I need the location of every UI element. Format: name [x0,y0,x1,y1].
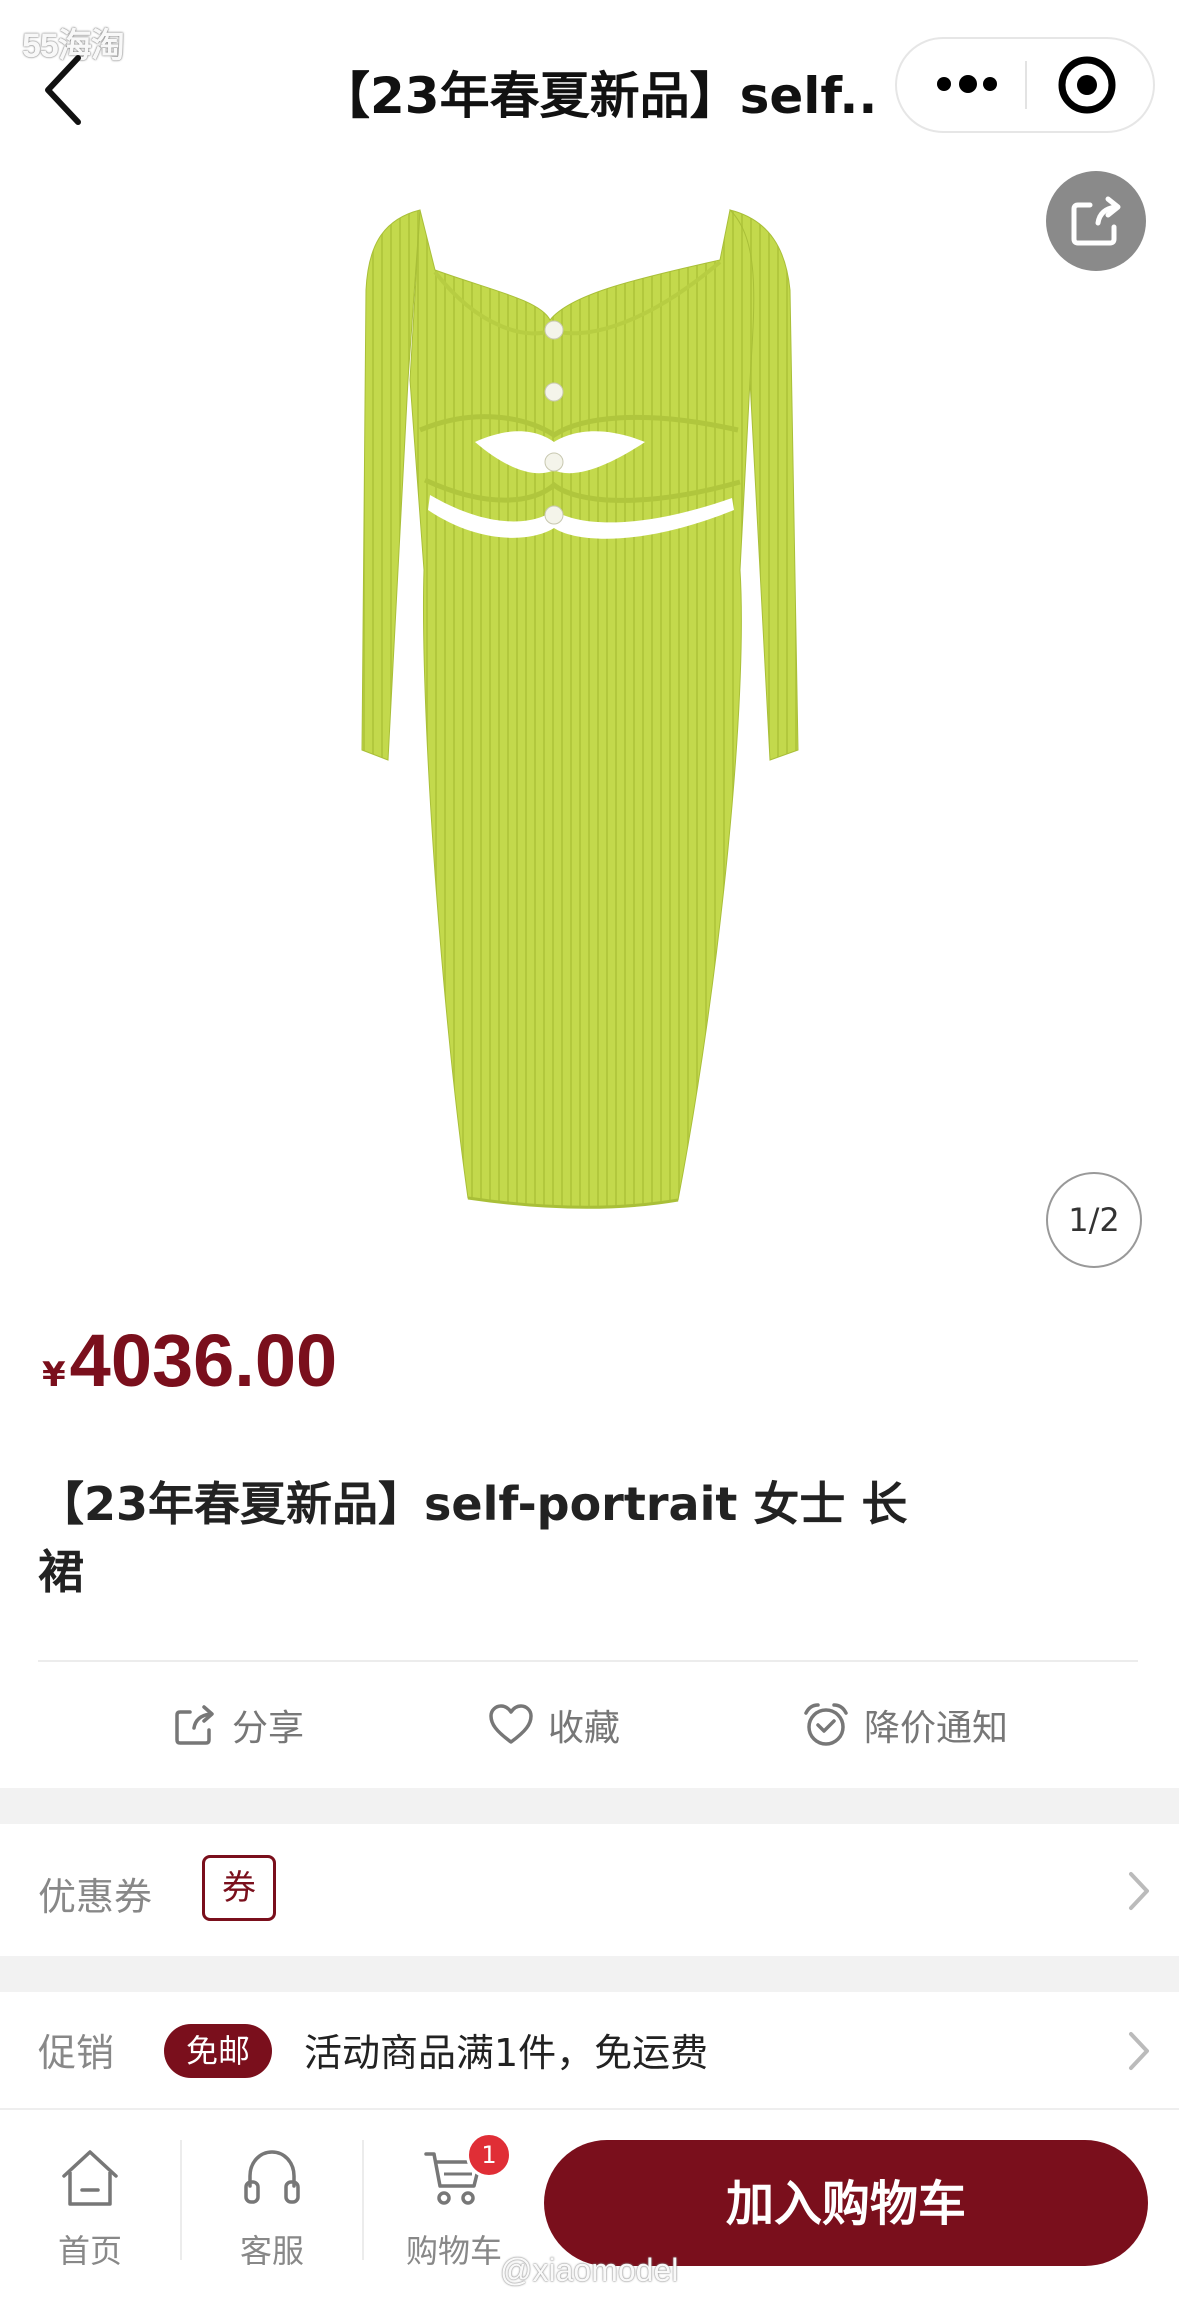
promotion-text: 活动商品满1件，免运费 [304,2031,709,2075]
promotion-row[interactable]: 促销 免邮 活动商品满1件，免运费 [0,1992,1179,2108]
alarm-clock-icon [804,1703,848,1746]
more-dot-icon [959,75,977,93]
coupon-tag: 券 [202,1855,276,1921]
more-dot-icon [937,77,951,91]
price-alert-label: 降价通知 [864,1708,1009,1749]
back-button[interactable] [40,50,100,130]
section-gap [0,1788,1179,1824]
share-float-button[interactable] [1046,171,1146,271]
chevron-right-icon [1129,1872,1149,1910]
tab-service-label: 客服 [239,2232,304,2270]
tab-home-label: 首页 [57,2232,122,2270]
share-label: 分享 [232,1708,305,1749]
share-icon [175,1705,214,1745]
share-action[interactable]: 分享 [172,1690,304,1760]
price-currency: ¥ [42,1355,66,1395]
home-icon [62,2150,118,2206]
divider [38,1660,1138,1662]
promotion-label: 促销 [38,2031,115,2075]
headset-icon [244,2150,300,2204]
price: ¥4036.00 [42,1318,337,1403]
add-to-cart-button[interactable]: 加入购物车 [544,2140,1148,2266]
favorite-action[interactable]: 收藏 [488,1690,620,1760]
product-title: 【23年春夏新品】self-portrait 女士 长裙 [38,1477,908,1599]
price-alert-action[interactable]: 降价通知 [802,1690,1008,1760]
back-arrow-icon [45,55,81,125]
target-close-icon [1058,56,1116,114]
image-page-indicator: 1/2 [1046,1172,1142,1268]
favorite-label: 收藏 [548,1708,621,1749]
watermark-text: @xiaomodel [500,2252,679,2288]
section-gap [0,1956,1179,1992]
free-shipping-badge: 免邮 [164,2024,272,2078]
product-image[interactable] [300,180,880,1240]
coupon-row[interactable]: 优惠券 券 [0,1824,1179,1956]
mini-program-capsule [895,37,1155,133]
cart-count-badge: 1 [466,2132,512,2178]
more-dot-icon [983,77,997,91]
coupon-label: 优惠券 [38,1875,153,1919]
close-miniprogram-button[interactable] [1027,39,1155,131]
price-amount: 4036.00 [69,1319,338,1402]
tab-customer-service[interactable]: 客服 [182,2110,362,2290]
chevron-right-icon [1129,2032,1149,2070]
page-title: 【23年春夏新品】self... [320,67,880,125]
heart-icon [489,1704,533,1744]
more-button[interactable] [897,39,1025,131]
share-icon [1071,196,1121,246]
tab-home[interactable]: 首页 [0,2110,180,2290]
